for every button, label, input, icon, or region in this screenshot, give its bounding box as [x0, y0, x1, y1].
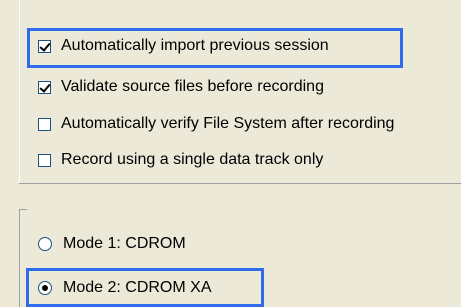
- radio-mode-2-cdrom-xa-label: Mode 2: CDROM XA: [63, 279, 212, 296]
- checkbox-single-data-track-label: Record using a single data track only: [61, 151, 324, 168]
- options-groupbox-left-edge: [19, 0, 20, 183]
- checkbox-import-previous-session-label: Automatically import previous session: [61, 37, 329, 54]
- mode-groupbox-top-edge: [19, 209, 27, 210]
- radio-mode-1-cdrom-button[interactable]: [38, 237, 52, 251]
- checkbox-verify-file-system-label: Automatically verify File System after r…: [61, 115, 395, 132]
- mode-groupbox-left-edge: [19, 209, 20, 307]
- radio-mode-2-cdrom-xa[interactable]: Mode 2: CDROM XA: [38, 277, 211, 299]
- checkbox-verify-file-system-box[interactable]: [38, 117, 51, 131]
- checkbox-single-data-track-box[interactable]: [38, 153, 51, 167]
- radio-mode-2-cdrom-xa-button[interactable]: [38, 281, 52, 295]
- checkbox-validate-source-files-box[interactable]: [38, 80, 51, 94]
- options-groupbox-bottom-edge: [19, 183, 461, 184]
- checkbox-import-previous-session-box[interactable]: [38, 39, 51, 53]
- recording-options-panel: Automatically import previous session Va…: [0, 0, 461, 307]
- checkbox-verify-file-system[interactable]: Automatically verify File System after r…: [38, 113, 394, 135]
- checkbox-import-previous-session[interactable]: Automatically import previous session: [38, 35, 329, 57]
- checkbox-validate-source-files-label: Validate source files before recording: [61, 78, 324, 95]
- radio-mode-1-cdrom[interactable]: Mode 1: CDROM: [38, 233, 186, 255]
- radio-mode-1-cdrom-label: Mode 1: CDROM: [63, 235, 186, 252]
- checkbox-validate-source-files[interactable]: Validate source files before recording: [38, 76, 324, 98]
- checkbox-single-data-track[interactable]: Record using a single data track only: [38, 149, 323, 171]
